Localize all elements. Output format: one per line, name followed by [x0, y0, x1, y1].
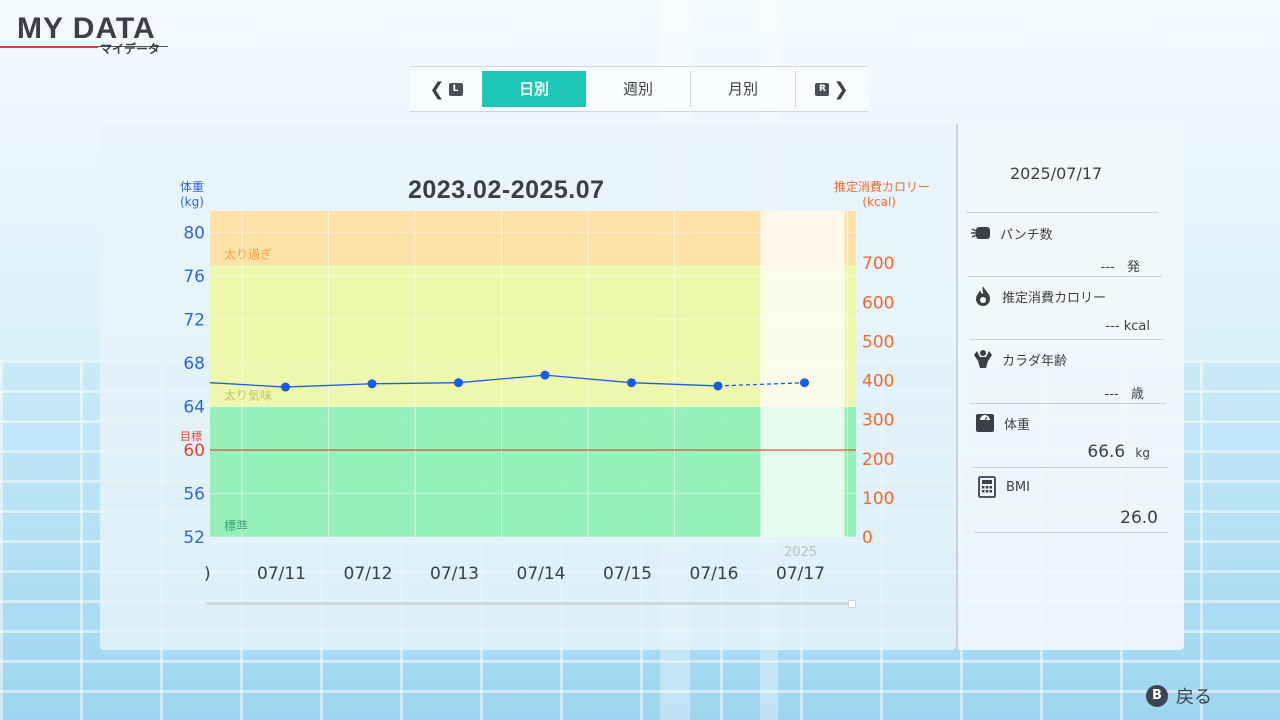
data-point: [800, 378, 809, 388]
punch-icon: [970, 222, 992, 244]
body-age-text: カラダ年齢: [1002, 353, 1068, 369]
punch-count-unit: 発: [1126, 260, 1140, 275]
divider: [966, 212, 1158, 213]
kcal-tick-label: 100: [862, 489, 894, 509]
weight-label: 体重: [974, 412, 1030, 434]
weight-number: 66.6: [1087, 442, 1126, 462]
back-label: 戻る: [1176, 687, 1212, 708]
weight-unit: kg: [1135, 446, 1150, 460]
x-tick-label: 07/17: [776, 564, 825, 584]
zone-band-2: [210, 265, 856, 407]
weight-chart[interactable]: 太り過ぎ太り気味標準目標8076726864605652700600500400…: [0, 0, 1280, 720]
chart-scrollbar[interactable]: [206, 600, 856, 608]
year-label: 2025: [784, 545, 817, 560]
calorie-text: 推定消費カロリー: [1002, 290, 1107, 306]
punch-count-number: ---: [1100, 260, 1115, 275]
calorie-label: 推定消費カロリー: [972, 285, 1106, 307]
kcal-tick-label: 200: [862, 450, 894, 470]
weight-tick-label: 56: [183, 485, 205, 505]
data-point: [367, 379, 377, 389]
x-tick-label: 07/15: [603, 564, 652, 584]
muscle-icon: [972, 348, 994, 370]
x-tick-label: ): [204, 564, 211, 584]
bmi-number: 26.0: [1120, 508, 1158, 528]
weight-tick-label: 64: [183, 398, 205, 418]
flame-icon: [972, 285, 994, 307]
data-point: [281, 382, 290, 392]
body-age-value: --- 歳: [1064, 383, 1145, 402]
x-tick-label: 07/12: [344, 564, 393, 584]
x-tick-label: 07/11: [257, 564, 306, 584]
zone-band-3: [210, 406, 856, 537]
data-point: [454, 378, 463, 388]
data-point: [540, 370, 550, 380]
b-button-icon: B: [1146, 685, 1168, 707]
calorie-number: ---: [1105, 319, 1120, 334]
weight-tick-label: 80: [183, 224, 205, 244]
kcal-tick-label: 0: [862, 528, 873, 548]
divider: [974, 532, 1168, 533]
divider: [972, 467, 1168, 468]
punch-count-value: --- 発: [1060, 256, 1141, 275]
kcal-tick-label: 500: [862, 332, 894, 352]
zone-label: 太り過ぎ: [224, 246, 272, 261]
x-tick-label: 07/13: [430, 564, 479, 584]
bmi-label: BMI: [976, 476, 1030, 498]
kcal-tick-label: 300: [862, 411, 894, 431]
back-button[interactable]: B 戻る: [1146, 683, 1212, 709]
calorie-value: --- kcal: [1070, 319, 1150, 334]
zone-label: 標準: [224, 518, 248, 533]
kcal-tick-label: 400: [862, 372, 894, 392]
kcal-tick-label: 600: [862, 293, 894, 313]
bmi-value: 26.0: [1070, 508, 1158, 528]
weight-tick-label: 52: [183, 528, 205, 548]
body-age-label: カラダ年齢: [972, 348, 1067, 370]
x-tick-label: 07/14: [517, 564, 566, 584]
punch-count-text: パンチ数: [1000, 227, 1053, 243]
weight-tick-label: 76: [183, 267, 205, 287]
data-point: [627, 378, 636, 388]
divider: [970, 339, 1164, 340]
punch-count-label: パンチ数: [970, 222, 1053, 244]
zone-band-1: [210, 211, 856, 266]
selected-date: 2025/07/17: [1010, 164, 1103, 183]
x-tick-label: 07/16: [690, 564, 739, 584]
body-age-number: ---: [1104, 387, 1119, 402]
weight-tick-label: 60: [183, 441, 205, 461]
zone-label: 太り気味: [224, 388, 272, 403]
divider: [968, 276, 1162, 277]
body-age-unit: 歳: [1130, 387, 1144, 402]
weight-value: 66.6 kg: [1060, 442, 1150, 462]
scale-icon: [974, 412, 996, 434]
data-point: [713, 381, 723, 391]
divider: [970, 403, 1166, 404]
calculator-icon: [976, 476, 998, 498]
weight-tick-label: 68: [183, 354, 205, 374]
weight-tick-label: 72: [183, 311, 205, 331]
calorie-unit: kcal: [1123, 319, 1150, 334]
weight-text: 体重: [1004, 417, 1031, 433]
selected-day-highlight: [760, 211, 845, 537]
scrollbar-thumb[interactable]: [848, 600, 856, 608]
kcal-tick-label: 700: [862, 254, 894, 274]
bmi-text: BMI: [1006, 479, 1030, 495]
